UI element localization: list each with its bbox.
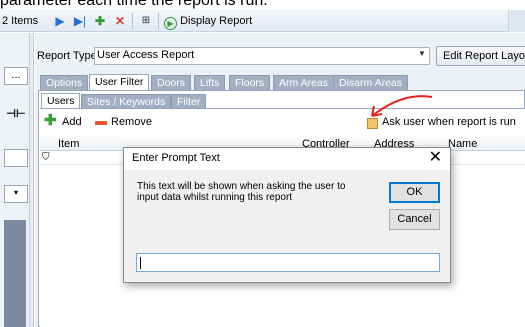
- tab-disarm-areas[interactable]: Disarm Areas: [333, 75, 409, 90]
- column-name[interactable]: Name: [448, 137, 477, 151]
- tree-icon[interactable]: ⊞: [138, 13, 154, 29]
- tab-arm-areas[interactable]: Arm Areas: [273, 75, 335, 90]
- dialog-message: This text will be shown when asking the …: [137, 181, 346, 203]
- edit-report-layout-button[interactable]: Edit Report Layout: [436, 46, 525, 66]
- toolbar-separator: [132, 13, 133, 29]
- items-count: 2 Items: [2, 15, 39, 27]
- tab-users[interactable]: Users: [41, 93, 81, 109]
- remove-button[interactable]: Remove: [111, 114, 152, 130]
- ok-button[interactable]: OK: [389, 182, 440, 203]
- left-splitter-icon: ⊣⊢: [6, 108, 26, 120]
- column-item[interactable]: Item: [58, 137, 79, 151]
- filter-icon: ⛉: [42, 152, 50, 163]
- report-type-value: User Access Report: [97, 49, 195, 61]
- right-panel-edge: [508, 10, 525, 32]
- report-type-label: Report Type: [37, 50, 97, 62]
- add-icon: ✚: [44, 112, 57, 129]
- tab-sites-keywords[interactable]: Sites / Keywords: [81, 94, 172, 109]
- ask-user-checkbox[interactable]: [367, 118, 378, 129]
- toolbar-separator: [158, 13, 159, 29]
- left-dark-panel: [4, 220, 26, 327]
- tab-floors[interactable]: Floors: [229, 75, 271, 90]
- remove-icon: [95, 121, 107, 125]
- add-button[interactable]: Add: [62, 114, 82, 130]
- play-icon: ▶: [164, 17, 177, 30]
- cancel-button[interactable]: Cancel: [389, 209, 440, 230]
- toolbar: 2 Items ▶ ▶| ✚ ✕ ⊞ ▶ Display Report: [0, 10, 525, 32]
- caption-text: parameter each time the report is run.: [0, 0, 268, 9]
- last-icon[interactable]: ▶|: [72, 13, 88, 29]
- ask-user-label: Ask user when report is run: [382, 116, 516, 128]
- display-report-button[interactable]: ▶ Display Report: [164, 13, 253, 30]
- chevron-down-icon[interactable]: ▼: [418, 49, 426, 58]
- tab-user-filter[interactable]: User Filter: [89, 74, 150, 91]
- dialog-title-bar: Enter Prompt Text ✕: [124, 148, 450, 170]
- add-icon[interactable]: ✚: [92, 13, 108, 29]
- prompt-text-input[interactable]: [136, 253, 440, 272]
- left-dropdown[interactable]: ▾: [4, 185, 28, 203]
- tab-options[interactable]: Options: [40, 75, 89, 90]
- next-icon[interactable]: ▶: [52, 13, 68, 29]
- tab-filter[interactable]: Filter: [171, 94, 207, 109]
- tab-lifts[interactable]: Lifts: [194, 75, 226, 90]
- text-caret: [140, 257, 141, 269]
- splitter-handle[interactable]: [30, 33, 34, 327]
- left-input[interactable]: [4, 149, 28, 167]
- close-icon[interactable]: ✕: [429, 149, 442, 167]
- display-report-label: Display Report: [180, 15, 253, 27]
- left-ellipsis-button[interactable]: ...: [4, 67, 28, 85]
- delete-icon[interactable]: ✕: [112, 13, 128, 29]
- prompt-dialog: Enter Prompt Text ✕ This text will be sh…: [123, 147, 451, 283]
- dialog-title: Enter Prompt Text: [132, 152, 220, 164]
- tab-doors[interactable]: Doors: [151, 75, 192, 90]
